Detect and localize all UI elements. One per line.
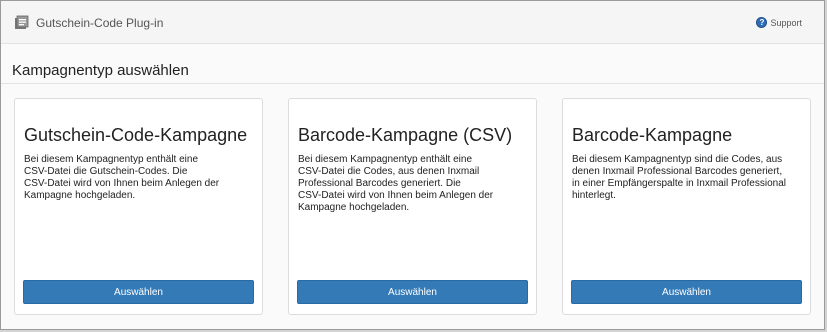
support-label: Support	[770, 17, 802, 28]
description-line: CSV-Datei die Codes, aus denen Inxmail	[298, 166, 480, 177]
card-description: Bei diesem Kampagnentyp enthält eine CSV…	[24, 154, 252, 202]
campaign-card-barcode-csv: Barcode-Kampagne (CSV) Bei diesem Kampag…	[288, 98, 537, 315]
description-line: Bei diesem Kampagnentyp enthält eine	[298, 154, 473, 165]
section-divider	[1, 83, 824, 84]
description-line: hinterlegt.	[572, 190, 616, 201]
support-link[interactable]: ? Support	[756, 17, 802, 28]
help-icon: ?	[756, 17, 768, 28]
coupon-icon	[15, 15, 29, 29]
app-title: Gutschein-Code Plug-in	[36, 16, 164, 30]
description-line: in einer Empfängerspalte in Inxmail Prof…	[572, 178, 786, 189]
description-line: CSV-Datei wird von Ihnen beim Anlegen de…	[24, 178, 220, 189]
card-description: Bei diesem Kampagnentyp enthält eine CSV…	[298, 154, 526, 214]
description-line: CSV-Datei wird von Ihnen beim Anlegen de…	[298, 190, 494, 201]
card-title: Barcode-Kampagne (CSV)	[298, 125, 513, 145]
card-title: Gutschein-Code-Kampagne	[24, 125, 248, 145]
select-button[interactable]: Auswählen	[571, 280, 802, 304]
card-description: Bei diesem Kampagnentyp sind die Codes, …	[572, 154, 800, 202]
description-line: Kampagne hochgeladen.	[24, 190, 136, 201]
select-button[interactable]: Auswählen	[23, 280, 254, 304]
campaign-card-voucher-code: Gutschein-Code-Kampagne Bei diesem Kampa…	[14, 98, 263, 315]
description-line: denen Inxmail Professional Barcodes gene…	[572, 166, 783, 177]
campaign-card-barcode: Barcode-Kampagne Bei diesem Kampagnentyp…	[562, 98, 811, 315]
card-title: Barcode-Kampagne	[572, 125, 733, 145]
description-line: CSV-Datei die Gutschein-Codes. Die	[24, 166, 188, 177]
description-line: Professional Barcodes generiert. Die	[298, 178, 461, 189]
select-button[interactable]: Auswählen	[297, 280, 528, 304]
description-line: Bei diesem Kampagnentyp sind die Codes, …	[572, 154, 783, 165]
description-line: Kampagne hochgeladen.	[298, 202, 410, 213]
app-window: Gutschein-Code Plug-in ? Support Kampagn…	[0, 0, 825, 330]
section-title: Kampagnentyp auswählen	[12, 62, 189, 79]
top-bar: Gutschein-Code Plug-in ? Support	[1, 1, 824, 44]
description-line: Bei diesem Kampagnentyp enthält eine	[24, 154, 199, 165]
